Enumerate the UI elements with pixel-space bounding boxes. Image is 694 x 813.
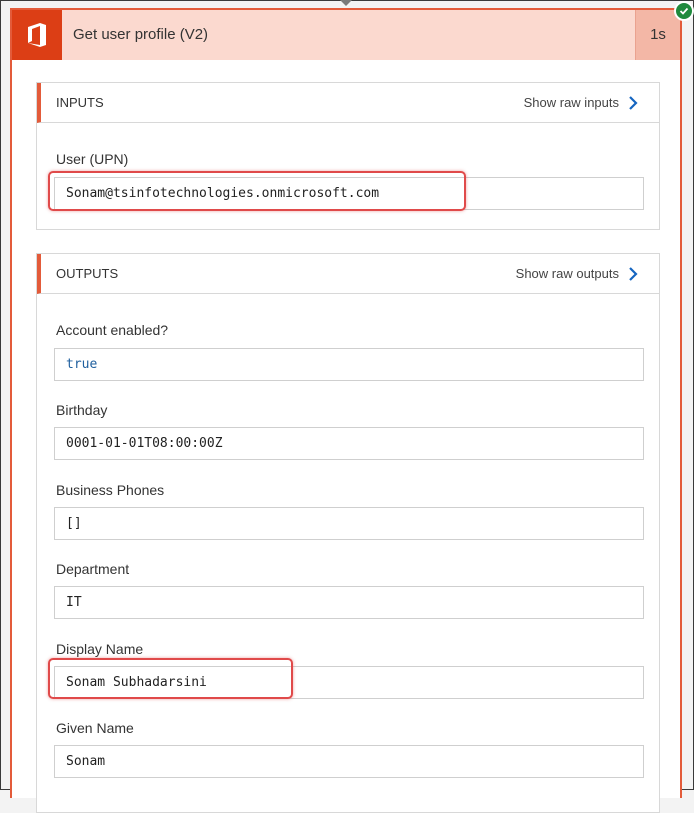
field-account-enabled: true <box>54 348 644 381</box>
field-label-user-upn: User (UPN) <box>56 151 129 167</box>
office-logo-icon <box>12 10 62 60</box>
action-duration: 1s <box>635 10 680 60</box>
field-label-birthday: Birthday <box>56 402 108 418</box>
field-value-department: IT <box>66 595 82 610</box>
chevron-right-icon[interactable] <box>625 95 641 111</box>
field-label-department: Department <box>56 561 130 577</box>
field-given-name: Sonam <box>54 745 644 778</box>
chevron-right-icon[interactable] <box>625 266 641 282</box>
field-value-given-name: Sonam <box>66 754 106 769</box>
outputs-section-header: OUTPUTS Show raw outputs <box>37 254 659 294</box>
action-title: Get user profile (V2) <box>73 26 209 43</box>
highlight-display-name <box>48 658 293 699</box>
field-value-birthday: 0001-01-01T08:00:00Z <box>66 436 223 451</box>
field-department: IT <box>54 586 644 619</box>
flow-connector-arrow-icon <box>340 0 352 6</box>
field-label-account-enabled: Account enabled? <box>56 322 169 338</box>
field-birthday: 0001-01-01T08:00:00Z <box>54 427 644 460</box>
outputs-section-title: OUTPUTS <box>56 266 119 281</box>
success-check-icon <box>674 1 694 21</box>
show-raw-outputs-link[interactable]: Show raw outputs <box>516 254 619 294</box>
action-card-header[interactable]: Get user profile (V2) 1s <box>12 10 680 60</box>
field-label-given-name: Given Name <box>56 720 134 736</box>
field-business-phones: [] <box>54 507 644 540</box>
field-label-business-phones: Business Phones <box>56 482 165 498</box>
show-raw-inputs-link[interactable]: Show raw inputs <box>524 83 619 123</box>
outputs-section: OUTPUTS Show raw outputs Account enabled… <box>36 253 660 813</box>
inputs-section-header: INPUTS Show raw inputs <box>37 83 659 123</box>
field-label-display-name: Display Name <box>56 641 144 657</box>
field-value-account-enabled: true <box>66 357 98 372</box>
inputs-section-title: INPUTS <box>56 95 104 110</box>
highlight-user-upn <box>48 171 466 211</box>
field-value-business-phones: [] <box>66 516 82 531</box>
